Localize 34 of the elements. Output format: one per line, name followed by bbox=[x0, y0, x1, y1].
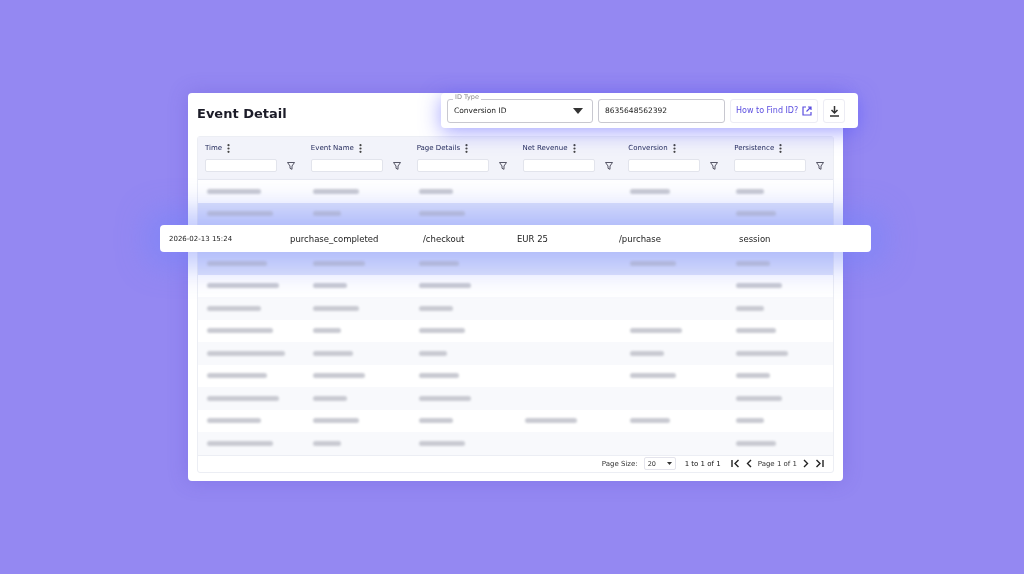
filter-field[interactable] bbox=[205, 159, 277, 172]
column-menu-icon[interactable] bbox=[465, 143, 469, 153]
filter-field[interactable] bbox=[628, 159, 701, 172]
external-link-icon bbox=[802, 105, 813, 116]
filter-field[interactable] bbox=[416, 159, 489, 172]
column-menu-icon[interactable] bbox=[779, 143, 783, 153]
first-page-icon[interactable] bbox=[730, 459, 740, 469]
filter-icon[interactable] bbox=[816, 161, 825, 170]
table-cell: /purchase bbox=[619, 233, 661, 244]
table-cell: purchase_completed bbox=[290, 233, 379, 244]
filter-field[interactable] bbox=[310, 159, 383, 172]
filter-icon[interactable] bbox=[604, 161, 613, 170]
table-cell: EUR 25 bbox=[517, 233, 549, 244]
filter-icon[interactable] bbox=[710, 161, 719, 170]
caret-icon bbox=[666, 462, 672, 466]
column-menu-icon[interactable] bbox=[358, 143, 362, 153]
filter-field[interactable] bbox=[734, 159, 807, 172]
column-menu-icon[interactable] bbox=[227, 143, 231, 153]
card-title: Event Detail bbox=[197, 106, 287, 123]
filter-field[interactable] bbox=[522, 159, 595, 172]
caret-icon bbox=[573, 107, 583, 114]
filter-icon[interactable] bbox=[392, 161, 401, 170]
previous-page-icon[interactable] bbox=[745, 459, 752, 469]
next-page-icon[interactable] bbox=[803, 459, 809, 469]
filter-icon[interactable] bbox=[287, 161, 295, 170]
table-cell: session bbox=[739, 233, 771, 244]
table-cell: /checkout bbox=[423, 233, 465, 244]
filter-icon[interactable] bbox=[498, 161, 507, 170]
column-menu-icon[interactable] bbox=[672, 143, 676, 153]
column-menu-icon[interactable] bbox=[572, 143, 576, 153]
how-to-find-id-link[interactable]: How to Find ID? bbox=[730, 98, 819, 123]
last-page-icon[interactable] bbox=[815, 459, 824, 469]
download-button[interactable] bbox=[823, 98, 846, 123]
download-icon bbox=[828, 104, 840, 117]
